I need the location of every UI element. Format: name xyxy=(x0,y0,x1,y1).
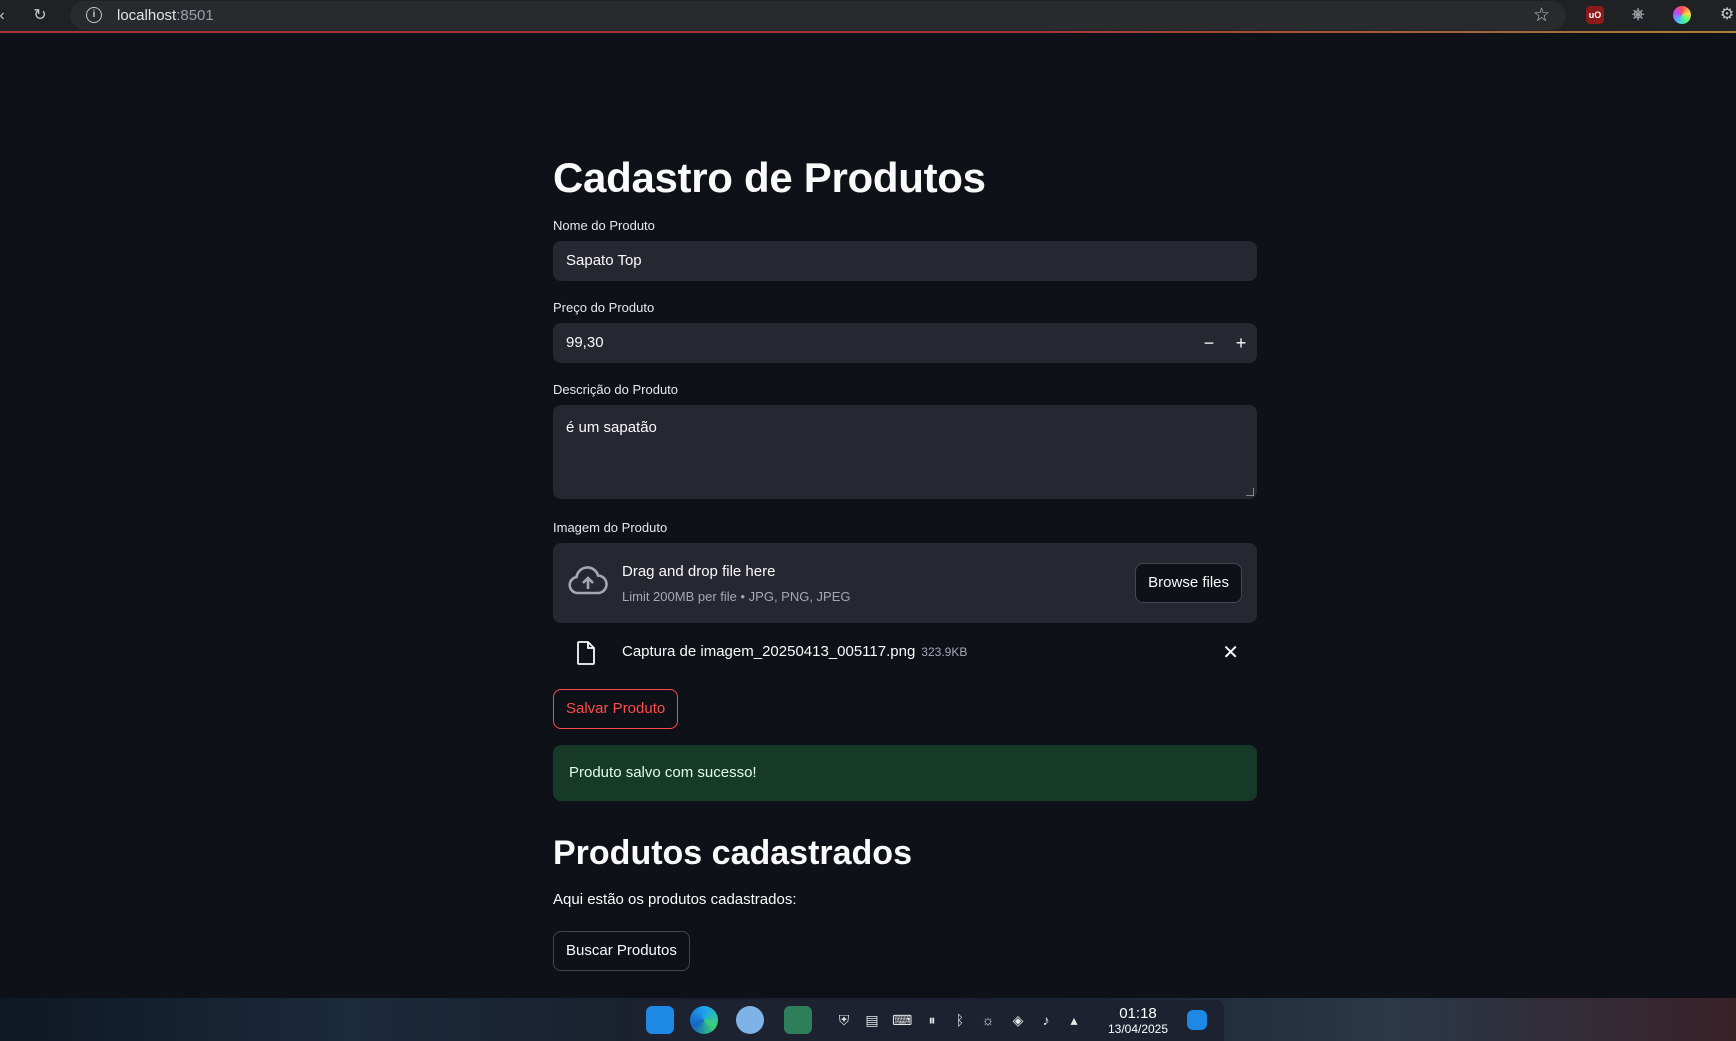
site-info-icon[interactable]: i xyxy=(86,7,102,23)
chevron-up-icon[interactable]: ▴ xyxy=(1064,1012,1084,1029)
products-caption: Aqui estão os produtos cadastrados: xyxy=(553,891,797,908)
clock-time: 01:18 xyxy=(1119,1005,1157,1022)
edge-browser-icon[interactable] xyxy=(690,1006,718,1034)
taskbar-tray: ⛨ ▤ ⌨ ⏸ ᛒ ☼ ◈ ♪ ▴ 01:18 13/04/2025 xyxy=(632,1000,1224,1041)
product-price-group: Preço do Produto 99,30 − + xyxy=(553,299,1257,363)
price-value: 99,30 xyxy=(566,334,604,351)
security-icon[interactable]: ⛨ xyxy=(834,1012,854,1029)
pause-icon[interactable]: ⏸ xyxy=(922,1012,942,1029)
file-icon xyxy=(577,641,595,665)
products-section-title: Produtos cadastrados xyxy=(553,834,912,872)
product-description-textarea[interactable]: é um sapatão xyxy=(553,405,1257,499)
description-value: é um sapatão xyxy=(566,419,657,436)
notification-center-icon[interactable] xyxy=(1187,1010,1207,1030)
wifi-icon[interactable]: ◈ xyxy=(1008,1012,1028,1029)
product-image-label: Imagem do Produto xyxy=(553,520,668,535)
product-name-group: Nome do Produto Sapato Top xyxy=(553,217,1257,281)
reload-icon[interactable]: ↻ xyxy=(30,6,50,26)
browse-files-button[interactable]: Browse files xyxy=(1135,563,1242,603)
camera-app-icon[interactable] xyxy=(784,1006,812,1034)
increment-button[interactable]: + xyxy=(1227,323,1255,363)
product-name-input[interactable]: Sapato Top xyxy=(553,241,1257,281)
file-dropzone[interactable]: Drag and drop file here Limit 200MB per … xyxy=(553,543,1257,623)
bookmark-star-icon[interactable]: ☆ xyxy=(1533,4,1550,27)
file-explorer-icon[interactable] xyxy=(646,1006,674,1034)
product-price-label: Preço do Produto xyxy=(553,300,655,315)
taskbar-clock[interactable]: 01:18 13/04/2025 xyxy=(1102,1005,1174,1037)
app-icon[interactable] xyxy=(736,1006,764,1034)
product-name-label: Nome do Produto xyxy=(553,218,655,233)
product-description-group: Descrição do Produto é um sapatão xyxy=(553,381,1257,499)
product-image-group: Imagem do Produto Drag and drop file her… xyxy=(553,519,1257,683)
cloud-upload-icon xyxy=(568,566,608,595)
ublock-extension-icon[interactable]: uO xyxy=(1586,6,1604,24)
url-text: localhost:8501 xyxy=(117,7,214,24)
uploaded-file-name: Captura de imagem_20250413_005117.png 323… xyxy=(622,643,968,660)
main-content: Cadastro de Produtos Nome do Produto Sap… xyxy=(553,150,1257,971)
product-description-label: Descrição do Produto xyxy=(553,382,679,397)
save-product-button[interactable]: Salvar Produto xyxy=(553,689,679,729)
clipboard-icon[interactable]: ▤ xyxy=(862,1012,882,1029)
clock-date: 13/04/2025 xyxy=(1107,1022,1169,1036)
remove-file-close-icon[interactable]: ✕ xyxy=(1222,640,1239,665)
keyboard-icon[interactable]: ⌨ xyxy=(892,1012,912,1029)
uploaded-file-size: 323.9KB xyxy=(921,645,968,659)
dropzone-title: Drag and drop file here xyxy=(622,563,776,580)
resize-handle[interactable] xyxy=(1246,488,1254,496)
decrement-button[interactable]: − xyxy=(1195,323,1223,363)
bluetooth-icon[interactable]: ᛒ xyxy=(950,1012,970,1028)
uploaded-file-row: Captura de imagem_20250413_005117.png 323… xyxy=(553,623,1257,683)
page-title: Cadastro de Produtos xyxy=(553,154,986,201)
dropzone-limit: Limit 200MB per file • JPG, PNG, JPEG xyxy=(622,589,851,604)
browser-toolbar: ‹ ↻ i localhost:8501 ☆ uO ⎈ ⚙ xyxy=(0,0,1736,33)
product-price-input[interactable]: 99,30 − + xyxy=(553,323,1257,363)
search-products-button[interactable]: Buscar Produtos xyxy=(553,931,690,971)
extensions-puzzle-icon[interactable]: ⚙ xyxy=(1718,6,1736,24)
color-picker-extension-icon[interactable] xyxy=(1673,6,1691,24)
back-icon[interactable]: ‹ xyxy=(0,6,12,26)
volume-icon[interactable]: ♪ xyxy=(1036,1012,1056,1028)
extension-icon[interactable]: ⎈ xyxy=(1629,6,1647,24)
windows-taskbar: ⛨ ▤ ⌨ ⏸ ᛒ ☼ ◈ ♪ ▴ 01:18 13/04/2025 xyxy=(0,998,1736,1041)
success-alert: Produto salvo com sucesso! xyxy=(553,745,1257,801)
address-bar[interactable]: i localhost:8501 ☆ xyxy=(70,1,1566,30)
brightness-icon[interactable]: ☼ xyxy=(978,1012,998,1028)
